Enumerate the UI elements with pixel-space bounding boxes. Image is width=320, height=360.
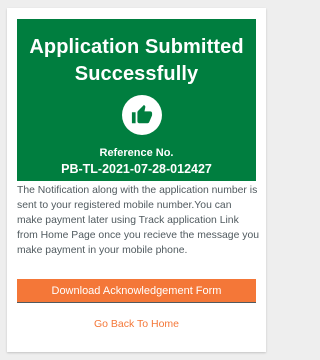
success-title-line2: Successfully xyxy=(74,63,199,85)
acknowledgement-card: Application Submitted Successfully Refer… xyxy=(7,8,266,352)
notification-message: The Notification along with the applicat… xyxy=(17,185,259,256)
reference-number: PB-TL-2021-07-28-012427 xyxy=(61,162,212,176)
thumbs-up-icon xyxy=(122,95,162,135)
go-back-home-link[interactable]: Go Back To Home xyxy=(7,318,266,330)
success-banner: Application Submitted Successfully Refer… xyxy=(17,19,256,181)
reference-label: Reference No. xyxy=(99,147,174,159)
download-acknowledgement-button[interactable]: Download Acknowledgement Form xyxy=(17,279,256,303)
success-title-line1: Application Submitted xyxy=(29,36,244,58)
success-title: Application Submitted Successfully xyxy=(17,19,256,88)
